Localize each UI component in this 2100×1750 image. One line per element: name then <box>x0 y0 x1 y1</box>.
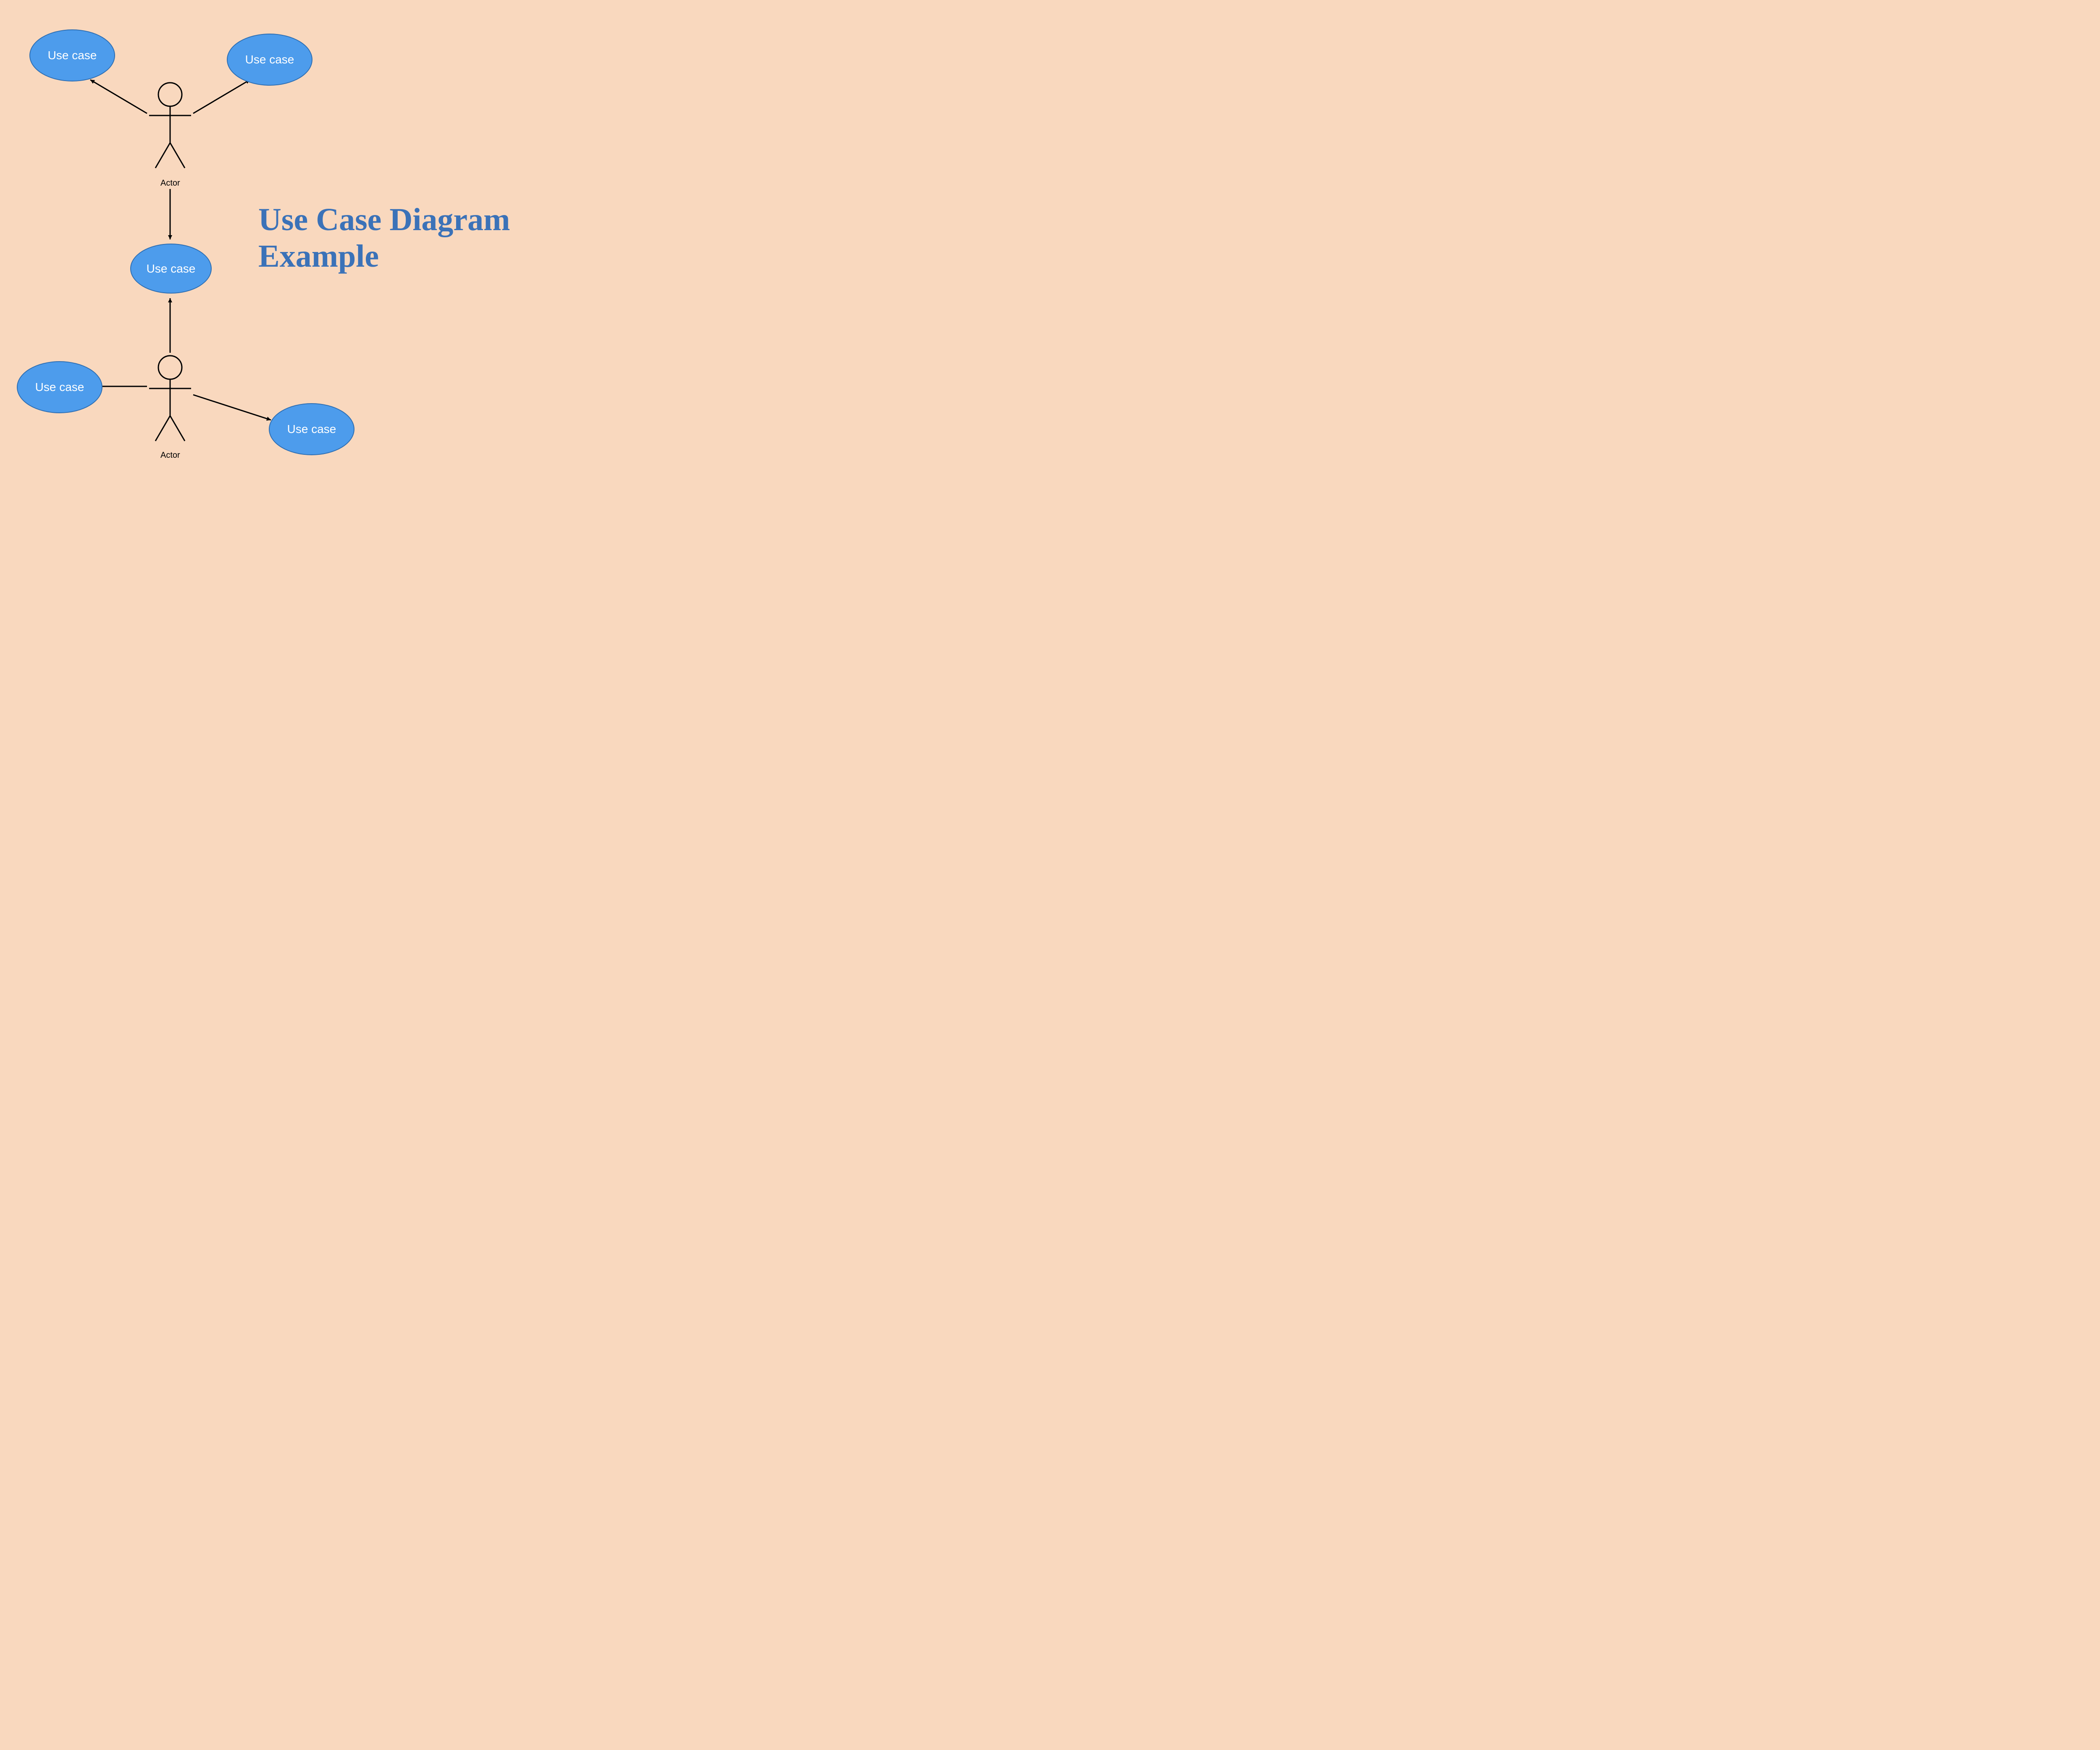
diagram-title: Use Case Diagram Example <box>258 202 628 275</box>
usecase-label: Use case <box>287 422 336 436</box>
title-text: Use Case Diagram Example <box>258 202 510 274</box>
usecase-label: Use case <box>147 262 196 275</box>
arrow-bottom-to-bottomright <box>193 395 271 420</box>
actor-bottom-label: Actor <box>160 451 180 460</box>
usecase-label: Use case <box>48 49 97 62</box>
usecase-middle: Use case <box>130 244 212 294</box>
usecase-bottom-right: Use case <box>269 403 354 455</box>
usecase-top-right: Use case <box>227 34 312 86</box>
actor-bottom <box>149 356 191 441</box>
usecase-label: Use case <box>245 53 294 66</box>
actor-top-label: Actor <box>160 178 180 188</box>
arrow-top-to-topright <box>193 80 250 113</box>
usecase-bottom-left: Use case <box>17 361 102 413</box>
usecase-label: Use case <box>35 380 84 394</box>
usecase-top-left: Use case <box>29 29 115 81</box>
diagram-canvas: Use case Use case Use case Use case Use … <box>0 0 645 475</box>
arrow-top-to-topleft <box>90 80 147 113</box>
actor-top <box>149 83 191 168</box>
